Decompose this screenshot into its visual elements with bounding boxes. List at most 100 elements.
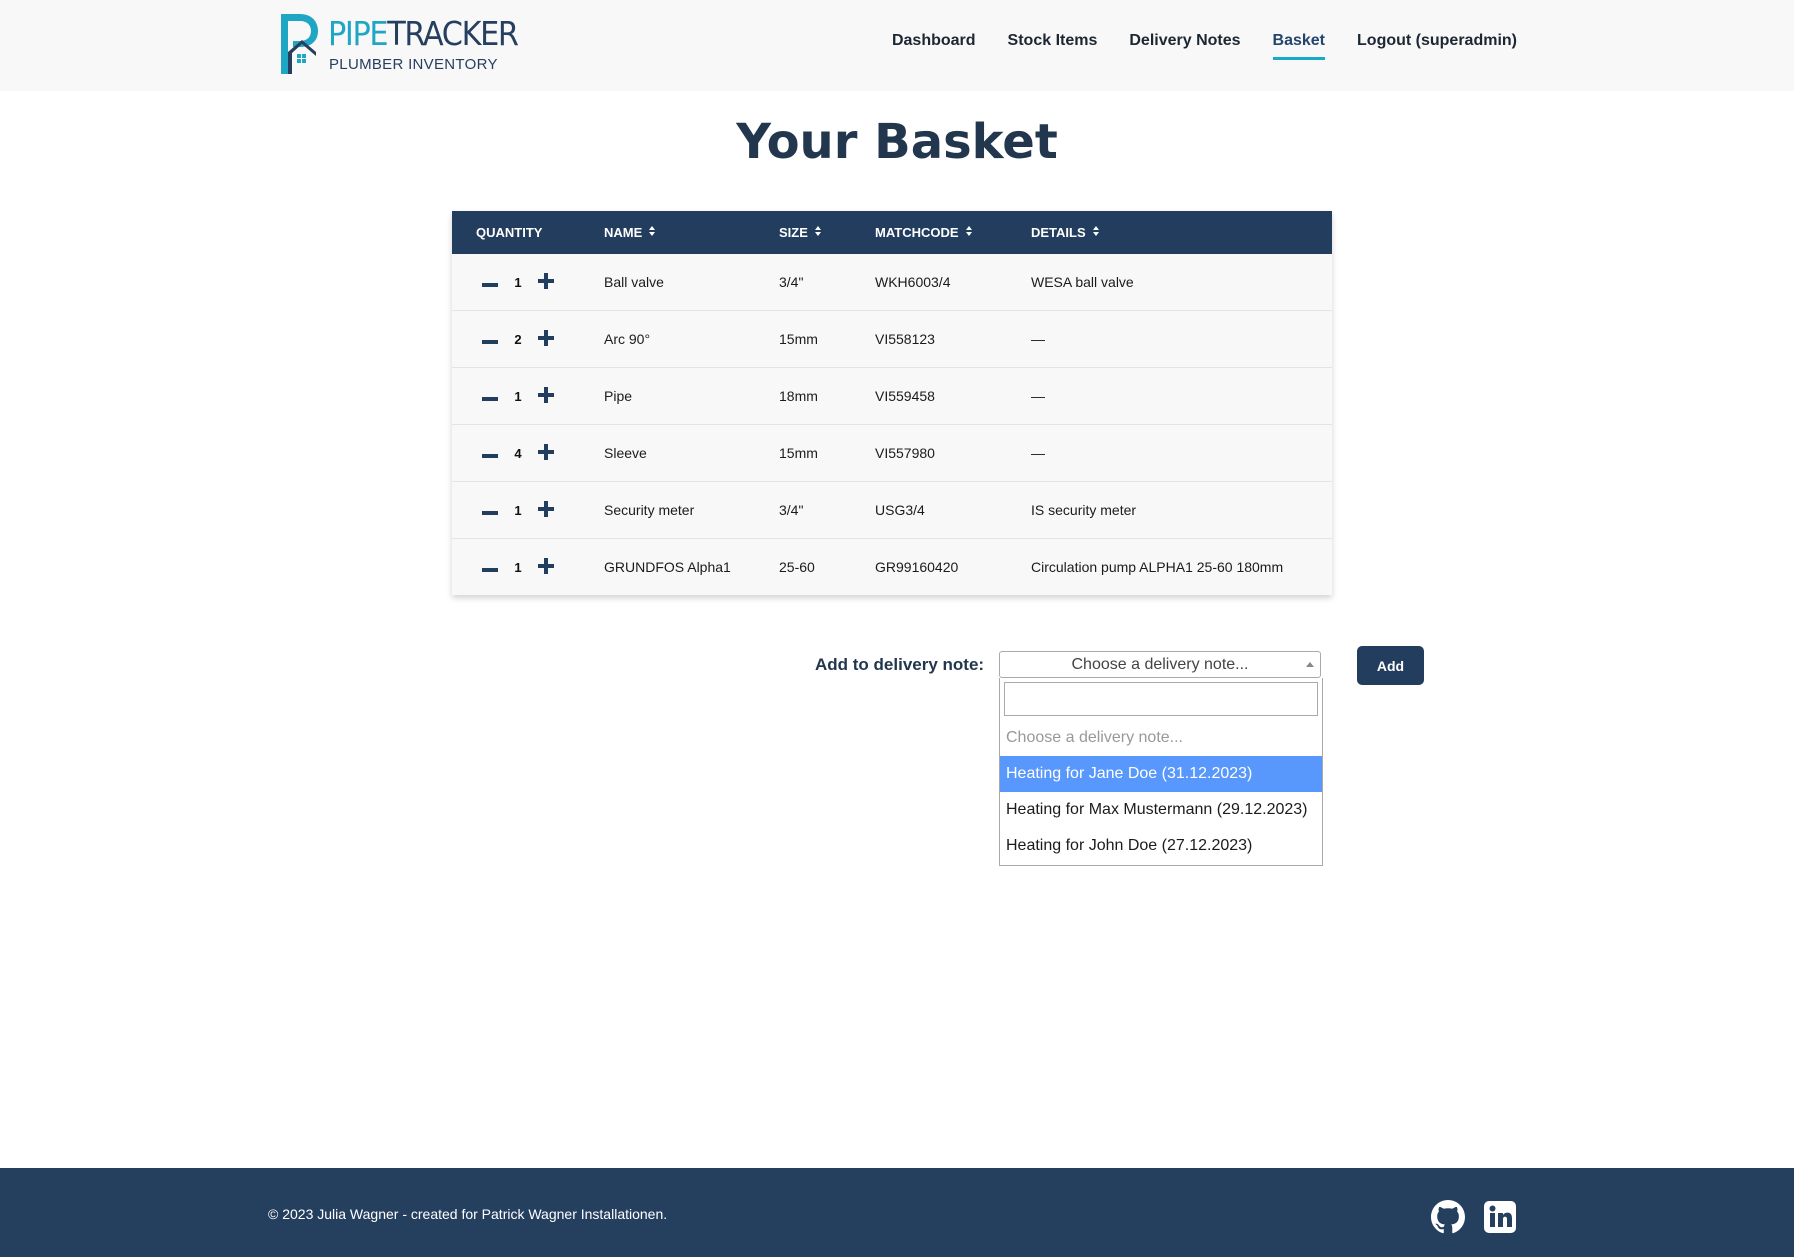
cell-size: 15mm xyxy=(779,310,875,368)
footer: © 2023 Julia Wagner - created for Patric… xyxy=(0,1168,1794,1257)
quantity-value: 1 xyxy=(514,559,522,575)
cell-size: 15mm xyxy=(779,424,875,482)
quantity-value: 1 xyxy=(514,274,522,290)
column-header-quantity: QUANTITY xyxy=(452,211,604,254)
increase-quantity-button[interactable] xyxy=(536,557,556,577)
cell-details: — xyxy=(1031,424,1332,482)
linkedin-icon[interactable] xyxy=(1483,1200,1517,1234)
cell-name: Ball valve xyxy=(604,254,779,311)
delivery-note-select[interactable]: Choose a delivery note... xyxy=(999,651,1321,678)
plus-icon xyxy=(538,500,554,520)
nav-stock-items[interactable]: Stock Items xyxy=(1008,32,1098,60)
minus-icon xyxy=(482,274,498,290)
nav-delivery-notes[interactable]: Delivery Notes xyxy=(1129,32,1240,60)
cell-name: Security meter xyxy=(604,481,779,539)
cell-matchcode: VI558123 xyxy=(875,310,1031,368)
minus-icon xyxy=(482,559,498,575)
increase-quantity-button[interactable] xyxy=(536,500,556,520)
sort-arrows-icon xyxy=(649,226,656,236)
pipetracker-logo[interactable]: PIPETRACKER PLUMBER INVENTORY xyxy=(278,12,519,76)
table-row: 1 Security meter 3/4" USG3/4 IS security met… xyxy=(452,481,1332,539)
cell-size: 25-60 xyxy=(779,538,875,595)
cell-size: 3/4" xyxy=(779,481,875,539)
plus-icon xyxy=(538,443,554,463)
column-header-size[interactable]: SIZE xyxy=(779,211,875,254)
cell-matchcode: VI559458 xyxy=(875,367,1031,425)
table-row: 4 Sleeve 15mm VI557980— xyxy=(452,424,1332,482)
cell-name: Arc 90° xyxy=(604,310,779,368)
delivery-note-option-placeholder[interactable]: Choose a delivery note... xyxy=(1000,720,1322,756)
plus-icon xyxy=(538,557,554,577)
delivery-note-label: Add to delivery note: xyxy=(815,655,985,674)
cell-matchcode: VI557980 xyxy=(875,424,1031,482)
table-row: 1 GRUNDFOS Alpha1 25-60 GR99160420 Circulati… xyxy=(452,538,1332,595)
cell-details: — xyxy=(1031,367,1332,425)
decrease-quantity-button[interactable] xyxy=(480,386,500,406)
column-header-details[interactable]: DETAILS xyxy=(1031,211,1332,254)
top-navbar: PIPETRACKER PLUMBER INVENTORY Dashboard … xyxy=(0,0,1794,91)
logo-house-icon xyxy=(281,14,318,74)
cell-details: WESA ball valve xyxy=(1031,254,1332,311)
sort-arrows-icon xyxy=(1092,226,1099,236)
column-header-name-label: NAME xyxy=(604,225,643,240)
page-title: Your Basket xyxy=(736,114,1058,170)
decrease-quantity-button[interactable] xyxy=(480,443,500,463)
cell-quantity: 1 xyxy=(452,538,604,595)
increase-quantity-button[interactable] xyxy=(536,272,556,292)
cell-details: Circulation pump ALPHA1 25-60 180mm xyxy=(1031,538,1332,595)
github-icon[interactable] xyxy=(1431,1200,1465,1234)
minus-icon xyxy=(482,388,498,404)
quantity-stepper: 1 xyxy=(442,500,594,520)
delivery-note-option[interactable]: Heating for Jane Doe (31.12.2023) xyxy=(1000,756,1322,792)
cell-quantity: 4 xyxy=(452,424,604,482)
sort-icon[interactable] xyxy=(1092,226,1099,238)
nav-logout[interactable]: Logout (superadmin) xyxy=(1357,32,1517,60)
column-header-quantity-label: QUANTITY xyxy=(476,225,543,240)
plus-icon xyxy=(538,386,554,406)
cell-name: Pipe xyxy=(604,367,779,425)
add-to-delivery-note-button[interactable]: Add xyxy=(1357,646,1424,685)
cell-quantity: 1 xyxy=(452,367,604,425)
sort-icon[interactable] xyxy=(649,226,656,238)
decrease-quantity-button[interactable] xyxy=(480,329,500,349)
delivery-note-dropdown: Choose a delivery note... Heating for Ja… xyxy=(999,678,1323,866)
delivery-note-option[interactable]: Heating for Max Mustermann (29.12.2023) xyxy=(1000,792,1322,828)
delivery-note-select-value: Choose a delivery note... xyxy=(1071,656,1249,673)
delivery-note-option[interactable]: Heating for John Doe (27.12.2023) xyxy=(1000,828,1322,864)
decrease-quantity-button[interactable] xyxy=(480,272,500,292)
quantity-value: 2 xyxy=(514,331,522,347)
quantity-value: 1 xyxy=(514,388,522,404)
basket-table: QUANTITY NAME SIZE MATCHCODE DETAILS 1 Ba… xyxy=(452,211,1332,595)
increase-quantity-button[interactable] xyxy=(536,329,556,349)
quantity-stepper: 2 xyxy=(442,329,594,349)
cell-matchcode: WKH6003/4 xyxy=(875,254,1031,311)
logo-title-part1: PIPE xyxy=(328,14,389,53)
nav-dashboard[interactable]: Dashboard xyxy=(892,32,976,60)
table-body: 1 Ball valve 3/4" WKH6003/4 WESA ball valve 2… xyxy=(452,254,1332,595)
minus-icon xyxy=(482,445,498,461)
quantity-stepper: 1 xyxy=(442,272,594,292)
cell-name: Sleeve xyxy=(604,424,779,482)
quantity-stepper: 4 xyxy=(442,443,594,463)
nav-basket[interactable]: Basket xyxy=(1272,32,1326,60)
caret-up-icon xyxy=(1306,662,1314,667)
increase-quantity-button[interactable] xyxy=(536,443,556,463)
table-row: 1 Pipe 18mm VI559458— xyxy=(452,367,1332,425)
plus-icon xyxy=(538,272,554,292)
sort-icon[interactable] xyxy=(965,226,972,238)
column-header-matchcode[interactable]: MATCHCODE xyxy=(875,211,1031,254)
increase-quantity-button[interactable] xyxy=(536,386,556,406)
column-header-name[interactable]: NAME xyxy=(604,211,779,254)
sort-icon[interactable] xyxy=(814,226,821,238)
plus-icon xyxy=(538,329,554,349)
delivery-note-search-input[interactable] xyxy=(1004,682,1318,716)
decrease-quantity-button[interactable] xyxy=(480,557,500,577)
minus-icon xyxy=(482,331,498,347)
decrease-quantity-button[interactable] xyxy=(480,500,500,520)
footer-copyright: © 2023 Julia Wagner - created for Patric… xyxy=(268,1206,668,1222)
logo-subtitle: PLUMBER INVENTORY xyxy=(329,56,498,73)
quantity-stepper: 1 xyxy=(442,557,594,577)
quantity-value: 1 xyxy=(514,502,522,518)
logo-title-part2: TRACKER xyxy=(387,14,519,53)
cell-quantity: 1 xyxy=(452,254,604,311)
